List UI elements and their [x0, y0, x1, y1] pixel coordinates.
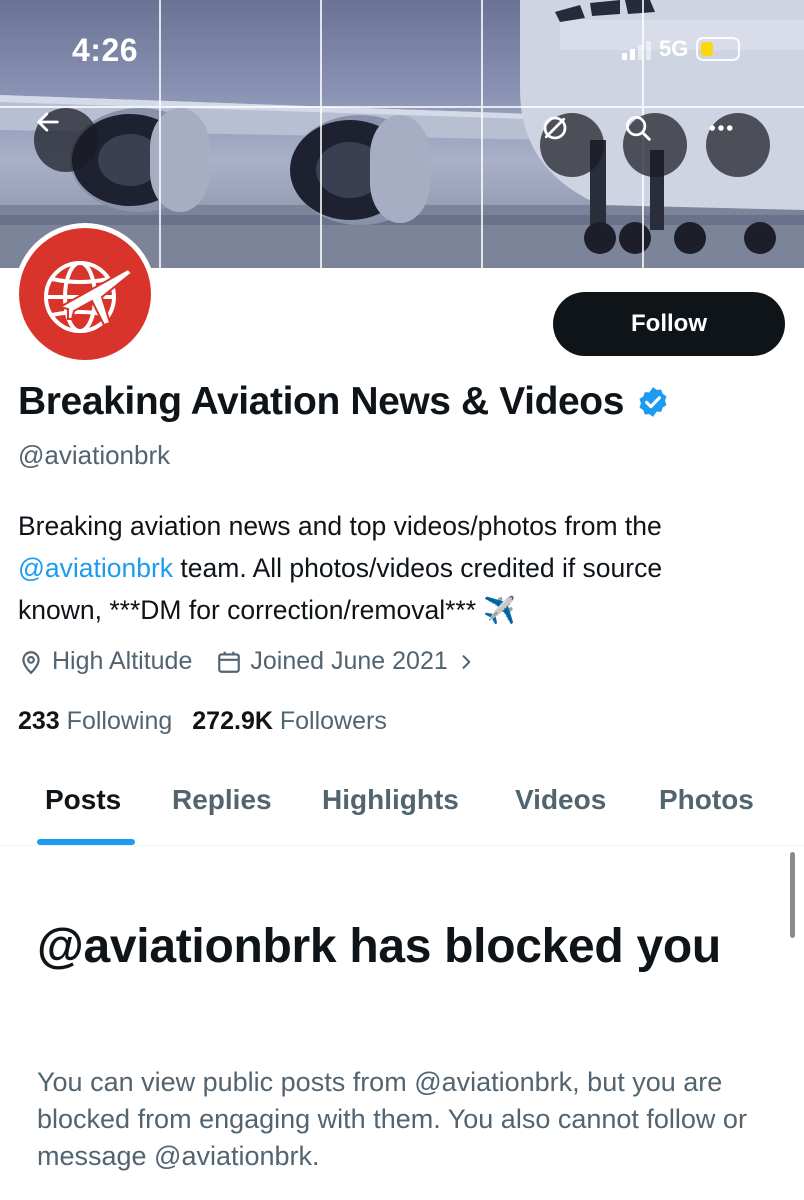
follow-stats: 233 Following 272.9K Followers — [18, 707, 387, 736]
battery-icon — [696, 37, 741, 61]
profile-meta: High Altitude Joined June 2021 — [18, 647, 476, 676]
profile-tabs: Posts Replies Highlights Videos Photos — [0, 770, 804, 846]
search-icon — [626, 116, 651, 141]
location-pin-icon — [22, 650, 40, 674]
active-tab-indicator — [37, 839, 135, 845]
followers-count: 272.9K — [192, 707, 273, 735]
joined-text: Joined June 2021 — [250, 647, 448, 675]
chevron-right-icon — [462, 654, 471, 669]
profile-bio: Breaking aviation news and top videos/ph… — [18, 505, 788, 631]
bio-line-2: @aviationbrk team. All photos/videos cre… — [18, 547, 788, 589]
tab-videos[interactable]: Videos — [515, 784, 606, 816]
search-button[interactable] — [623, 113, 687, 177]
blocked-body: You can view public posts from @aviation… — [37, 1067, 747, 1171]
status-time: 4:26 — [72, 32, 139, 68]
arrow-left-icon — [37, 112, 59, 132]
hide-button[interactable] — [540, 113, 604, 177]
tab-replies[interactable]: Replies — [172, 784, 272, 816]
globe-airplane-icon — [44, 261, 134, 333]
bio-mention-link[interactable]: @aviationbrk — [18, 553, 173, 583]
following-count: 233 — [18, 707, 60, 735]
back-button[interactable] — [34, 108, 98, 172]
more-icon — [709, 125, 733, 131]
profile-avatar[interactable] — [14, 223, 156, 365]
location-text: High Altitude — [52, 647, 193, 675]
globe-airplane-logo — [19, 228, 151, 360]
blocked-title: @aviationbrk has blocked you — [37, 920, 721, 973]
profile-handle: @aviationbrk — [18, 440, 171, 470]
profile-name-row: Breaking Aviation News & Videos — [18, 380, 670, 424]
status-indicators: 5G — [622, 36, 741, 62]
display-name: Breaking Aviation News & Videos — [18, 380, 625, 423]
following-label: Following — [66, 707, 173, 735]
bio-line-3: known, ***DM for correction/removal*** ✈… — [18, 595, 517, 625]
followers-stat[interactable]: 272.9K Followers — [192, 707, 387, 736]
tab-posts[interactable]: Posts — [45, 784, 121, 816]
bio-line-1: Breaking aviation news and top videos/ph… — [18, 511, 662, 541]
calendar-icon — [218, 651, 241, 673]
followers-label: Followers — [279, 707, 387, 735]
following-stat[interactable]: 233 Following — [18, 707, 172, 736]
bio-line-2-text: team. All photos/videos credited if sour… — [173, 553, 663, 583]
more-button[interactable] — [706, 113, 770, 177]
tab-highlights[interactable]: Highlights — [322, 784, 459, 816]
tab-photos[interactable]: Photos — [659, 784, 754, 816]
joined-item[interactable]: Joined June 2021 — [216, 647, 475, 676]
follow-button[interactable]: Follow — [553, 292, 785, 356]
signal-icon — [622, 38, 651, 60]
hide-icon — [543, 116, 567, 140]
verified-badge-icon[interactable] — [636, 385, 670, 419]
network-type: 5G — [659, 36, 689, 61]
profile-banner[interactable]: 4:26 5G — [0, 0, 804, 268]
scrollbar[interactable] — [790, 852, 795, 938]
location-item: High Altitude — [18, 647, 192, 676]
